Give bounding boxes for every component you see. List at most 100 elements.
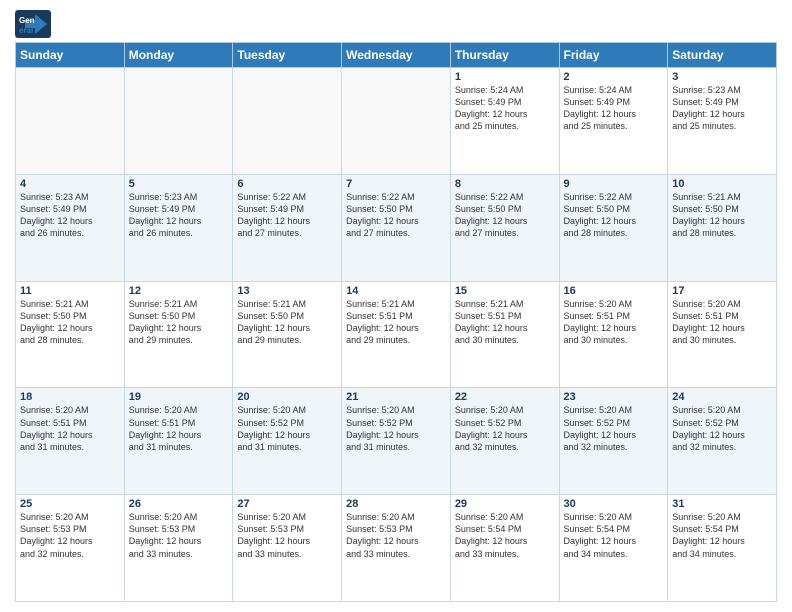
weekday-header-monday: Monday [124, 43, 233, 68]
calendar-cell: 13Sunrise: 5:21 AM Sunset: 5:50 PM Dayli… [233, 281, 342, 388]
day-info: Sunrise: 5:20 AM Sunset: 5:53 PM Dayligh… [20, 511, 120, 560]
calendar-cell: 22Sunrise: 5:20 AM Sunset: 5:52 PM Dayli… [450, 388, 559, 495]
calendar-cell: 5Sunrise: 5:23 AM Sunset: 5:49 PM Daylig… [124, 174, 233, 281]
day-number: 20 [237, 391, 337, 403]
calendar-cell: 12Sunrise: 5:21 AM Sunset: 5:50 PM Dayli… [124, 281, 233, 388]
day-info: Sunrise: 5:20 AM Sunset: 5:51 PM Dayligh… [129, 404, 229, 453]
day-number: 28 [346, 498, 446, 510]
calendar-header-row: SundayMondayTuesdayWednesdayThursdayFrid… [16, 43, 777, 68]
logo: Gen eral [15, 10, 55, 38]
calendar-cell [124, 68, 233, 175]
weekday-header-tuesday: Tuesday [233, 43, 342, 68]
day-info: Sunrise: 5:23 AM Sunset: 5:49 PM Dayligh… [129, 191, 229, 240]
calendar-cell: 20Sunrise: 5:20 AM Sunset: 5:52 PM Dayli… [233, 388, 342, 495]
day-number: 19 [129, 391, 229, 403]
day-number: 10 [672, 178, 772, 190]
calendar-cell: 26Sunrise: 5:20 AM Sunset: 5:53 PM Dayli… [124, 495, 233, 602]
day-info: Sunrise: 5:20 AM Sunset: 5:51 PM Dayligh… [20, 404, 120, 453]
day-info: Sunrise: 5:21 AM Sunset: 5:50 PM Dayligh… [20, 298, 120, 347]
calendar-cell: 28Sunrise: 5:20 AM Sunset: 5:53 PM Dayli… [342, 495, 451, 602]
weekday-header-wednesday: Wednesday [342, 43, 451, 68]
day-number: 15 [455, 285, 555, 297]
day-info: Sunrise: 5:24 AM Sunset: 5:49 PM Dayligh… [455, 84, 555, 133]
calendar-cell: 24Sunrise: 5:20 AM Sunset: 5:52 PM Dayli… [668, 388, 777, 495]
day-info: Sunrise: 5:20 AM Sunset: 5:54 PM Dayligh… [672, 511, 772, 560]
calendar-cell: 21Sunrise: 5:20 AM Sunset: 5:52 PM Dayli… [342, 388, 451, 495]
calendar-cell: 4Sunrise: 5:23 AM Sunset: 5:49 PM Daylig… [16, 174, 125, 281]
calendar-cell: 3Sunrise: 5:23 AM Sunset: 5:49 PM Daylig… [668, 68, 777, 175]
calendar-cell: 15Sunrise: 5:21 AM Sunset: 5:51 PM Dayli… [450, 281, 559, 388]
calendar-week-3: 11Sunrise: 5:21 AM Sunset: 5:50 PM Dayli… [16, 281, 777, 388]
day-info: Sunrise: 5:22 AM Sunset: 5:49 PM Dayligh… [237, 191, 337, 240]
calendar-week-2: 4Sunrise: 5:23 AM Sunset: 5:49 PM Daylig… [16, 174, 777, 281]
day-number: 16 [564, 285, 664, 297]
day-info: Sunrise: 5:23 AM Sunset: 5:49 PM Dayligh… [20, 191, 120, 240]
calendar-week-4: 18Sunrise: 5:20 AM Sunset: 5:51 PM Dayli… [16, 388, 777, 495]
day-number: 23 [564, 391, 664, 403]
page: Gen eral SundayMondayTuesdayWednesdayThu… [0, 0, 792, 612]
day-info: Sunrise: 5:21 AM Sunset: 5:50 PM Dayligh… [237, 298, 337, 347]
logo-icon: Gen eral [15, 10, 51, 38]
day-number: 27 [237, 498, 337, 510]
day-info: Sunrise: 5:20 AM Sunset: 5:51 PM Dayligh… [564, 298, 664, 347]
day-number: 8 [455, 178, 555, 190]
day-number: 7 [346, 178, 446, 190]
day-info: Sunrise: 5:21 AM Sunset: 5:51 PM Dayligh… [455, 298, 555, 347]
day-info: Sunrise: 5:20 AM Sunset: 5:53 PM Dayligh… [237, 511, 337, 560]
day-info: Sunrise: 5:20 AM Sunset: 5:52 PM Dayligh… [237, 404, 337, 453]
svg-text:eral: eral [19, 26, 33, 35]
calendar-cell: 2Sunrise: 5:24 AM Sunset: 5:49 PM Daylig… [559, 68, 668, 175]
day-info: Sunrise: 5:21 AM Sunset: 5:50 PM Dayligh… [129, 298, 229, 347]
weekday-header-friday: Friday [559, 43, 668, 68]
day-number: 3 [672, 71, 772, 83]
day-info: Sunrise: 5:20 AM Sunset: 5:54 PM Dayligh… [455, 511, 555, 560]
day-number: 30 [564, 498, 664, 510]
day-number: 11 [20, 285, 120, 297]
svg-text:Gen: Gen [19, 16, 35, 25]
day-number: 12 [129, 285, 229, 297]
day-number: 5 [129, 178, 229, 190]
day-info: Sunrise: 5:20 AM Sunset: 5:53 PM Dayligh… [129, 511, 229, 560]
calendar-week-5: 25Sunrise: 5:20 AM Sunset: 5:53 PM Dayli… [16, 495, 777, 602]
calendar-cell: 9Sunrise: 5:22 AM Sunset: 5:50 PM Daylig… [559, 174, 668, 281]
calendar-cell: 10Sunrise: 5:21 AM Sunset: 5:50 PM Dayli… [668, 174, 777, 281]
day-number: 29 [455, 498, 555, 510]
weekday-header-saturday: Saturday [668, 43, 777, 68]
weekday-header-sunday: Sunday [16, 43, 125, 68]
calendar-cell [16, 68, 125, 175]
day-number: 26 [129, 498, 229, 510]
calendar-week-1: 1Sunrise: 5:24 AM Sunset: 5:49 PM Daylig… [16, 68, 777, 175]
calendar-cell: 8Sunrise: 5:22 AM Sunset: 5:50 PM Daylig… [450, 174, 559, 281]
calendar-cell: 11Sunrise: 5:21 AM Sunset: 5:50 PM Dayli… [16, 281, 125, 388]
calendar-cell: 16Sunrise: 5:20 AM Sunset: 5:51 PM Dayli… [559, 281, 668, 388]
calendar-cell: 1Sunrise: 5:24 AM Sunset: 5:49 PM Daylig… [450, 68, 559, 175]
day-number: 21 [346, 391, 446, 403]
day-info: Sunrise: 5:22 AM Sunset: 5:50 PM Dayligh… [564, 191, 664, 240]
calendar-cell: 30Sunrise: 5:20 AM Sunset: 5:54 PM Dayli… [559, 495, 668, 602]
header: Gen eral [15, 10, 777, 38]
calendar-cell: 19Sunrise: 5:20 AM Sunset: 5:51 PM Dayli… [124, 388, 233, 495]
day-number: 2 [564, 71, 664, 83]
day-info: Sunrise: 5:20 AM Sunset: 5:51 PM Dayligh… [672, 298, 772, 347]
calendar-cell [233, 68, 342, 175]
calendar-cell: 17Sunrise: 5:20 AM Sunset: 5:51 PM Dayli… [668, 281, 777, 388]
day-number: 18 [20, 391, 120, 403]
calendar-cell: 6Sunrise: 5:22 AM Sunset: 5:49 PM Daylig… [233, 174, 342, 281]
day-info: Sunrise: 5:21 AM Sunset: 5:51 PM Dayligh… [346, 298, 446, 347]
weekday-header-thursday: Thursday [450, 43, 559, 68]
day-number: 25 [20, 498, 120, 510]
day-info: Sunrise: 5:21 AM Sunset: 5:50 PM Dayligh… [672, 191, 772, 240]
day-number: 1 [455, 71, 555, 83]
day-number: 6 [237, 178, 337, 190]
calendar-cell [342, 68, 451, 175]
calendar-cell: 27Sunrise: 5:20 AM Sunset: 5:53 PM Dayli… [233, 495, 342, 602]
day-info: Sunrise: 5:22 AM Sunset: 5:50 PM Dayligh… [346, 191, 446, 240]
day-info: Sunrise: 5:24 AM Sunset: 5:49 PM Dayligh… [564, 84, 664, 133]
calendar-cell: 7Sunrise: 5:22 AM Sunset: 5:50 PM Daylig… [342, 174, 451, 281]
day-info: Sunrise: 5:20 AM Sunset: 5:52 PM Dayligh… [672, 404, 772, 453]
day-number: 4 [20, 178, 120, 190]
calendar-cell: 25Sunrise: 5:20 AM Sunset: 5:53 PM Dayli… [16, 495, 125, 602]
day-info: Sunrise: 5:20 AM Sunset: 5:52 PM Dayligh… [564, 404, 664, 453]
day-number: 17 [672, 285, 772, 297]
calendar-cell: 18Sunrise: 5:20 AM Sunset: 5:51 PM Dayli… [16, 388, 125, 495]
